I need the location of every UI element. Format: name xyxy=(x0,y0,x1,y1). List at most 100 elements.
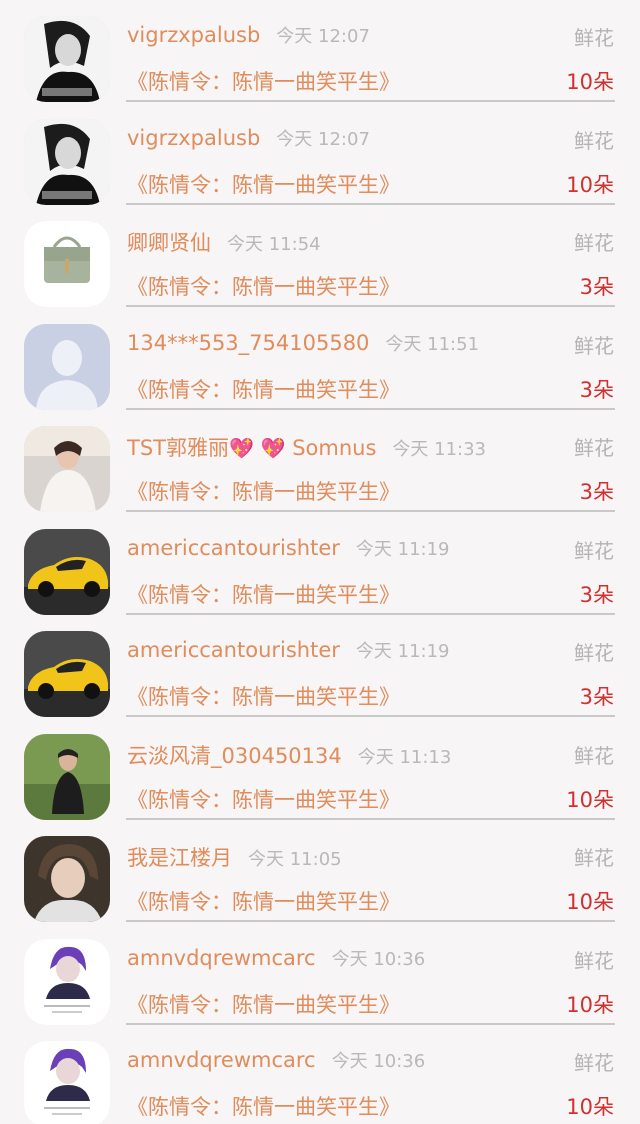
gift-type: 鲜花 xyxy=(574,846,614,870)
avatar[interactable] xyxy=(24,16,110,102)
avatar[interactable] xyxy=(24,528,110,615)
user-name[interactable]: 我是江楼月 今天 11:05 xyxy=(127,842,342,872)
user-name[interactable]: amnvdqrewmcarc 今天 10:36 xyxy=(127,945,425,971)
user-name-text: americcantourishter xyxy=(127,638,340,662)
gift-type: 鲜花 xyxy=(574,128,614,153)
timestamp: 今天 12:07 xyxy=(276,128,370,150)
list-item[interactable]: 我是江楼月 今天 11:05 鲜花 《陈情令：陈情一曲笑平生》 10朵 xyxy=(0,820,640,923)
timestamp: 今天 11:19 xyxy=(355,641,450,662)
gift-count: 3朵 xyxy=(579,582,614,607)
avatar-yellow-car-image xyxy=(24,528,110,615)
avatar[interactable] xyxy=(24,836,110,922)
gift-type: 鲜花 xyxy=(574,436,614,460)
gift-count: 3朵 xyxy=(579,685,614,709)
timestamp: 今天 11:05 xyxy=(248,849,342,870)
avatar-man-garden-image xyxy=(24,733,110,820)
avatar-young-man-image xyxy=(24,836,110,922)
list-item[interactable]: 云淡风清_030450134 今天 11:13 鲜花 《陈情令：陈情一曲笑平生》 … xyxy=(0,718,640,821)
avatar[interactable] xyxy=(24,938,110,1025)
gift-record-list: vigrzxpalusb 今天 12:07 鲜花 《陈情令：陈情一曲笑平生》 10… xyxy=(0,0,640,1124)
user-name[interactable]: 134***553_754105580 今天 11:51 xyxy=(127,330,479,356)
gift-type: 鲜花 xyxy=(574,231,614,255)
list-item[interactable]: TST郭雅丽💖 💖 Somnus 今天 11:33 鲜花 《陈情令：陈情一曲笑平生… xyxy=(0,410,640,513)
user-name-text: americcantourishter xyxy=(127,535,340,560)
gift-type: 鲜花 xyxy=(574,26,614,50)
avatar[interactable] xyxy=(24,1041,110,1124)
book-title[interactable]: 《陈情令：陈情一曲笑平生》 xyxy=(127,579,400,609)
list-item[interactable]: 卿卿贤仙 今天 11:54 鲜花 《陈情令：陈情一曲笑平生》 3朵 xyxy=(0,205,640,308)
book-title[interactable]: 《陈情令：陈情一曲笑平生》 xyxy=(127,681,400,711)
gift-count: 3朵 xyxy=(579,377,614,402)
user-name-text: amnvdqrewmcarc xyxy=(127,945,316,970)
user-name-text: vigrzxpalusb xyxy=(127,23,261,47)
avatar-yellow-car-image xyxy=(24,631,110,717)
user-name[interactable]: vigrzxpalusb 今天 12:07 xyxy=(127,125,370,151)
timestamp: 今天 11:51 xyxy=(385,333,480,355)
list-item[interactable]: amnvdqrewmcarc 今天 10:36 鲜花 《陈情令：陈情一曲笑平生》 … xyxy=(0,923,640,1026)
book-title[interactable]: 《陈情令：陈情一曲笑平生》 xyxy=(127,886,400,916)
user-name[interactable]: vigrzxpalusb 今天 12:07 xyxy=(127,22,370,48)
book-title[interactable]: 《陈情令：陈情一曲笑平生》 xyxy=(127,66,400,96)
user-name-text: 云淡风清_030450134 xyxy=(127,743,342,768)
avatar-girl-bw-image xyxy=(24,16,110,102)
gift-type: 鲜花 xyxy=(574,538,614,563)
timestamp: 今天 11:33 xyxy=(392,439,486,460)
avatar-girl-bw-image xyxy=(24,118,110,205)
list-item[interactable]: vigrzxpalusb 今天 12:07 鲜花 《陈情令：陈情一曲笑平生》 10… xyxy=(0,103,640,206)
gift-count: 10朵 xyxy=(566,992,614,1017)
book-title[interactable]: 《陈情令：陈情一曲笑平生》 xyxy=(127,784,400,814)
timestamp: 今天 11:19 xyxy=(355,538,450,560)
timestamp: 今天 10:36 xyxy=(331,948,426,970)
avatar[interactable] xyxy=(24,631,110,717)
gift-type: 鲜花 xyxy=(574,641,614,665)
user-name[interactable]: americcantourishter 今天 11:19 xyxy=(127,535,450,561)
gift-count: 10朵 xyxy=(566,890,614,914)
user-name[interactable]: TST郭雅丽💖 💖 Somnus 今天 11:33 xyxy=(127,432,486,462)
sparkling-heart-icon: 💖 xyxy=(260,436,286,460)
avatar[interactable] xyxy=(24,426,110,512)
user-name[interactable]: 卿卿贤仙 今天 11:54 xyxy=(127,227,321,257)
timestamp: 今天 11:54 xyxy=(227,234,321,255)
list-item[interactable]: vigrzxpalusb 今天 12:07 鲜花 《陈情令：陈情一曲笑平生》 10… xyxy=(0,0,640,103)
timestamp: 今天 10:36 xyxy=(331,1051,426,1072)
user-name-text: 卿卿贤仙 xyxy=(127,231,211,255)
timestamp: 今天 12:07 xyxy=(276,26,370,47)
book-title[interactable]: 《陈情令：陈情一曲笑平生》 xyxy=(127,169,400,199)
list-item[interactable]: americcantourishter 今天 11:19 鲜花 《陈情令：陈情一曲… xyxy=(0,513,640,616)
gift-count: 10朵 xyxy=(566,172,614,197)
list-item[interactable]: amnvdqrewmcarc 今天 10:36 鲜花 《陈情令：陈情一曲笑平生》 … xyxy=(0,1025,640,1124)
timestamp: 今天 11:13 xyxy=(357,746,452,768)
avatar[interactable] xyxy=(24,118,110,205)
user-name-text: amnvdqrewmcarc xyxy=(127,1048,316,1072)
book-title[interactable]: 《陈情令：陈情一曲笑平生》 xyxy=(127,476,400,506)
book-title[interactable]: 《陈情令：陈情一曲笑平生》 xyxy=(127,374,400,404)
avatar[interactable] xyxy=(24,323,110,410)
default-avatar-icon xyxy=(24,323,110,410)
user-name-text: 134***553_754105580 xyxy=(127,330,370,355)
avatar-handbag-image xyxy=(24,221,110,307)
avatar-bride-image xyxy=(24,426,110,512)
user-name-suffix: Somnus xyxy=(292,436,377,460)
gift-type: 鲜花 xyxy=(574,948,614,973)
gift-count: 10朵 xyxy=(566,1095,614,1119)
avatar[interactable] xyxy=(24,221,110,307)
gift-count: 10朵 xyxy=(566,70,614,94)
avatar-purple-hair-image xyxy=(24,938,110,1025)
book-title[interactable]: 《陈情令：陈情一曲笑平生》 xyxy=(127,1091,400,1121)
sparkling-heart-icon: 💖 xyxy=(229,436,254,460)
user-name-text: 我是江楼月 xyxy=(127,846,232,870)
book-title[interactable]: 《陈情令：陈情一曲笑平生》 xyxy=(127,989,400,1019)
gift-count: 3朵 xyxy=(579,480,614,504)
user-name[interactable]: 云淡风清_030450134 今天 11:13 xyxy=(127,740,451,770)
user-name-text: TST郭雅丽 xyxy=(127,436,229,460)
user-name[interactable]: amnvdqrewmcarc 今天 10:36 xyxy=(127,1047,425,1073)
gift-type: 鲜花 xyxy=(574,743,614,768)
list-item[interactable]: 134***553_754105580 今天 11:51 鲜花 《陈情令：陈情一曲… xyxy=(0,308,640,411)
book-title[interactable]: 《陈情令：陈情一曲笑平生》 xyxy=(127,271,400,301)
gift-type: 鲜花 xyxy=(574,333,614,358)
avatar[interactable] xyxy=(24,733,110,820)
list-item[interactable]: americcantourishter 今天 11:19 鲜花 《陈情令：陈情一曲… xyxy=(0,615,640,718)
gift-count: 10朵 xyxy=(566,787,614,812)
gift-count: 3朵 xyxy=(579,275,614,299)
user-name[interactable]: americcantourishter 今天 11:19 xyxy=(127,637,450,663)
